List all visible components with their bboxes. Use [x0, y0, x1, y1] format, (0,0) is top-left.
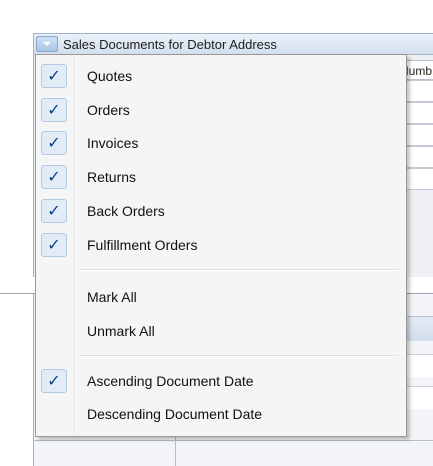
menu-item-label: Descending Document Date: [87, 406, 263, 422]
chevron-down-icon: [43, 42, 51, 46]
menu-separator: [80, 355, 398, 357]
menu-item-returns[interactable]: ✓ Returns: [39, 162, 403, 192]
checkmark-icon: ✓: [41, 199, 67, 223]
menu-item-label: Quotes: [87, 68, 133, 84]
section-header: Sales Documents for Debtor Address: [34, 33, 433, 55]
menu-item-label: Orders: [87, 102, 130, 118]
checkmark-icon: ✓: [41, 369, 67, 393]
menu-item-label: Unmark All: [87, 323, 155, 339]
menu-item-label: Returns: [87, 169, 137, 185]
menu-item-ascending-document-date[interactable]: ✓ Ascending Document Date: [39, 366, 403, 396]
menu-item-label: Mark All: [87, 289, 137, 305]
menu-item-label: Back Orders: [87, 203, 165, 219]
grid-divider: [33, 440, 433, 441]
menu-item-mark-all[interactable]: Mark All: [39, 282, 403, 312]
menu-separator: [80, 269, 398, 271]
collapse-toggle-button[interactable]: [36, 36, 58, 52]
section-title: Sales Documents for Debtor Address: [63, 37, 277, 52]
menu-item-fulfillment-orders[interactable]: ✓ Fulfillment Orders: [39, 230, 403, 260]
checkmark-icon: ✓: [41, 131, 67, 155]
checkmark-icon: ✓: [41, 165, 67, 189]
menu-item-back-orders[interactable]: ✓ Back Orders: [39, 196, 403, 226]
menu-item-descending-document-date[interactable]: Descending Document Date: [39, 399, 403, 429]
menu-item-unmark-all[interactable]: Unmark All: [39, 316, 403, 346]
menu-item-invoices[interactable]: ✓ Invoices: [39, 128, 403, 158]
menu-item-label: Fulfillment Orders: [87, 237, 198, 253]
menu-item-quotes[interactable]: ✓ Quotes: [39, 61, 403, 91]
menu-item-label: Invoices: [87, 135, 139, 151]
document-filter-menu: ✓ Quotes ✓ Orders ✓ Invoices ✓ Returns ✓…: [35, 54, 407, 437]
checkmark-icon: ✓: [41, 98, 67, 122]
checkmark-icon: ✓: [41, 233, 67, 257]
menu-item-label: Ascending Document Date: [87, 373, 254, 389]
menu-item-orders[interactable]: ✓ Orders: [39, 95, 403, 125]
checkmark-icon: ✓: [41, 64, 67, 88]
